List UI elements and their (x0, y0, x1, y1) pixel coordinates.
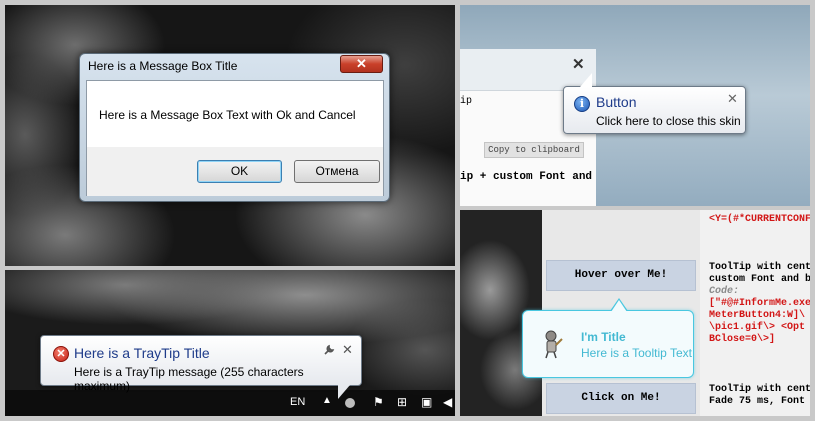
balloon-message: Click here to close this skin (596, 114, 741, 128)
balloon-close-icon[interactable]: ✕ (727, 91, 738, 107)
ok-button[interactable]: OK (197, 160, 282, 183)
message-box-footer: OK Отмена (87, 147, 383, 196)
hover-over-me-button[interactable]: Hover over Me! (546, 260, 696, 291)
volume-icon[interactable]: ◀ (443, 395, 452, 409)
description-text: Fade 75 ms, Font (709, 396, 806, 407)
tooltip-text: Here is a Tooltip Text (581, 346, 692, 360)
tooltip-title: I'm Title (581, 330, 626, 344)
code-text: ["#@#InformMe.exe (709, 298, 810, 309)
message-box: Here is a Message Box Title ✕ Here is a … (79, 53, 390, 202)
tooltip-screenshot-panel: <Y=(#*CURRENTCONF Hover over Me! ToolTip… (460, 210, 810, 416)
skin-window-close-icon[interactable]: ✕ (572, 55, 585, 73)
description-text: ToolTip with cent (709, 384, 810, 395)
description-text: custom Font and b (709, 274, 810, 285)
show-hidden-icons-button[interactable]: ▲ (322, 395, 332, 406)
code-text: <Y=(#*CURRENTCONF (709, 214, 810, 225)
taskbar: EN ▲ ⚑ ⊞ ▣ ◀ (5, 390, 455, 416)
message-box-close-button[interactable]: ✕ (340, 55, 383, 73)
code-line: ip + custom Font and (460, 171, 593, 183)
network-icon[interactable]: ▣ (421, 395, 432, 409)
code-line: ip (460, 96, 473, 107)
message-box-title: Here is a Message Box Title (88, 59, 238, 73)
balloon-tail (580, 73, 592, 87)
traytip-message: Here is a TrayTip message (255 character… (74, 365, 304, 393)
flag-icon[interactable]: ⚑ (373, 395, 384, 409)
code-text: \pic1.gif\> <Opt (709, 322, 806, 333)
code-text: MeterButton4:W]\ (709, 310, 806, 321)
click-on-me-button[interactable]: Click on Me! (546, 383, 696, 414)
traytip-title: Here is a TrayTip Title (74, 345, 210, 361)
balloon-title: Button (596, 94, 637, 110)
language-indicator[interactable]: EN (290, 396, 305, 408)
balloon-tip[interactable]: i Button Click here to close this skin ✕ (563, 73, 746, 134)
traytip[interactable]: ✕ Here is a TrayTip Title Here is a Tray… (40, 335, 362, 399)
windows-icon[interactable]: ⊞ (397, 395, 407, 409)
cancel-button[interactable]: Отмена (294, 160, 380, 183)
tray-app-icon[interactable] (345, 398, 355, 408)
copy-to-clipboard-button[interactable]: Copy to clipboard (484, 142, 584, 158)
code-text: BClose=0\>] (709, 334, 776, 345)
skin-window-titlebar: ✕ (460, 49, 596, 91)
options-wrench-icon[interactable] (323, 344, 335, 359)
description-text: ToolTip with cent (709, 262, 810, 273)
code-label: Code: (709, 286, 740, 297)
tooltip: I'm Title Here is a Tooltip Text (522, 298, 694, 378)
error-icon: ✕ (53, 346, 69, 362)
traytip-close-icon[interactable]: ✕ (342, 342, 353, 358)
info-icon: i (574, 96, 590, 112)
message-box-body: Here is a Message Box Text with Ok and C… (86, 80, 384, 196)
balloon-screenshot-panel: ✕ ip Copy to clipboard ip + custom Font … (460, 5, 810, 206)
character-picture-icon (541, 329, 565, 359)
message-box-text: Here is a Message Box Text with Ok and C… (99, 108, 356, 122)
